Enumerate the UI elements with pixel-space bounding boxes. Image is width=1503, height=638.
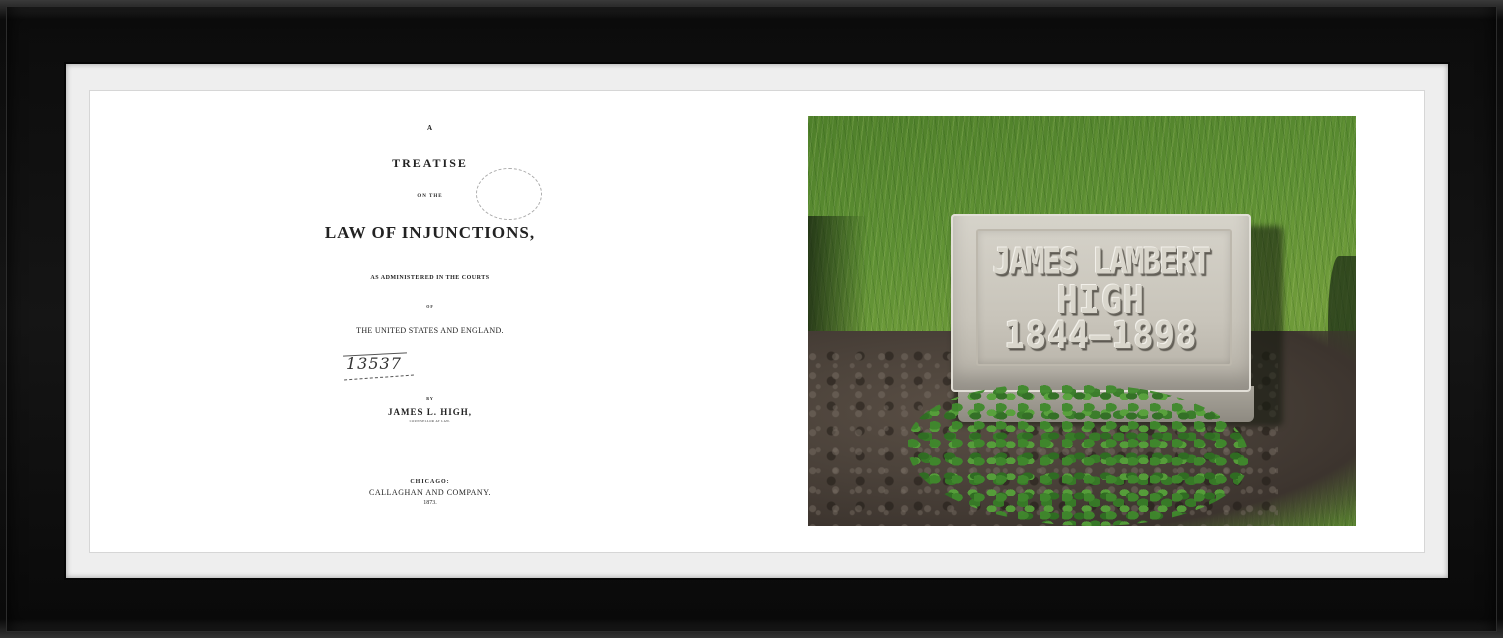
- title-jurisdictions: THE UNITED STATES AND ENGLAND.: [356, 326, 504, 335]
- title-of: OF: [426, 304, 434, 309]
- title-article: A: [426, 124, 434, 132]
- book-title-page: A TREATISE ON THE LAW OF INJUNCTIONS, AS…: [290, 110, 570, 530]
- title-treatise: TREATISE: [392, 156, 468, 170]
- title-author: JAMES L. HIGH,: [387, 407, 472, 417]
- title-subject: LAW OF INJUNCTIONS,: [324, 223, 536, 242]
- title-by: BY: [426, 396, 434, 401]
- gravestone-photo: JAMES LAMBERT HIGH 1844–1898: [808, 116, 1356, 526]
- title-year: 1873.: [423, 500, 437, 506]
- inscription-dates: 1844–1898: [1004, 314, 1198, 358]
- title-author-role: COUNSELLOR AT LAW.: [409, 419, 451, 423]
- inscription-name: JAMES LAMBERT: [992, 241, 1212, 283]
- handwritten-accession-number: 13537: [346, 354, 416, 384]
- title-city: CHICAGO:: [410, 479, 450, 485]
- title-administered: AS ADMINISTERED IN THE COURTS: [370, 275, 490, 281]
- shadow-left: [808, 216, 868, 346]
- title-publisher: CALLAGHAN AND COMPANY.: [369, 488, 491, 497]
- title-on-the: ON THE: [417, 194, 443, 199]
